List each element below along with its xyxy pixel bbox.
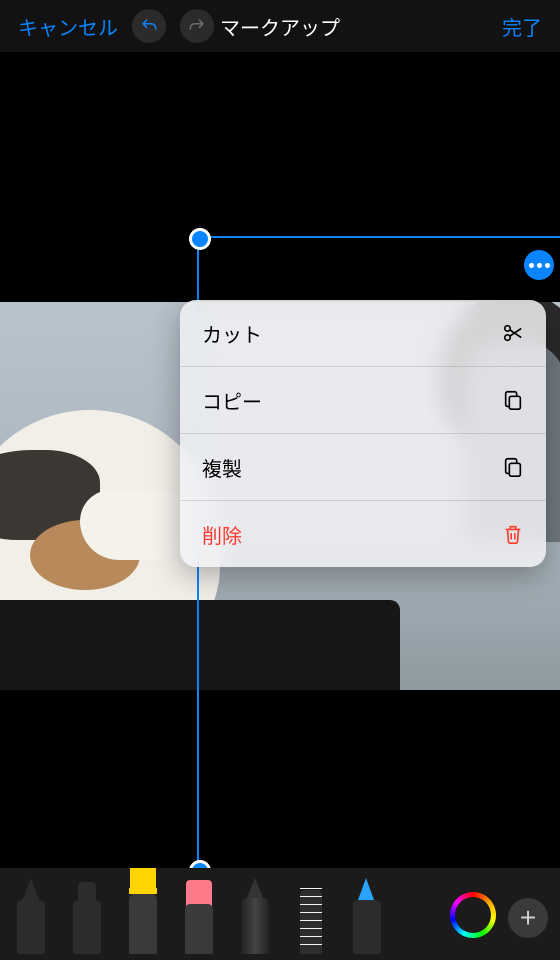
selection-edge-top xyxy=(197,236,560,238)
menu-copy[interactable]: コピー xyxy=(180,367,546,434)
redo-icon xyxy=(188,17,206,35)
trash-icon xyxy=(502,523,524,545)
scissors-icon xyxy=(502,322,524,344)
tool-list xyxy=(12,868,440,954)
tool-blue-pen[interactable] xyxy=(348,880,386,954)
tool-bar: + xyxy=(0,868,560,960)
tool-fine-pen[interactable] xyxy=(12,880,50,954)
top-bar: キャンセル マークアップ 完了 xyxy=(0,0,560,52)
plus-icon: + xyxy=(520,902,536,934)
tool-eraser[interactable] xyxy=(180,880,218,954)
add-button[interactable]: + xyxy=(508,898,548,938)
menu-label: コピー xyxy=(202,386,262,415)
redo-button xyxy=(180,9,214,43)
tool-highlighter[interactable] xyxy=(124,868,162,954)
menu-duplicate[interactable]: 複製 xyxy=(180,434,546,501)
copy-icon xyxy=(502,389,524,411)
context-menu: カット コピー 複製 削除 xyxy=(180,300,546,567)
page-title: マークアップ xyxy=(220,12,340,41)
undo-button[interactable] xyxy=(132,9,166,43)
done-button[interactable]: 完了 xyxy=(502,12,542,41)
duplicate-icon xyxy=(502,456,524,478)
tool-pencil[interactable] xyxy=(236,880,274,954)
ellipsis-icon xyxy=(529,263,534,268)
selection-menu-button[interactable] xyxy=(524,250,554,280)
tool-ruler[interactable] xyxy=(292,880,330,954)
cancel-button[interactable]: キャンセル xyxy=(18,12,118,41)
menu-label: カット xyxy=(202,319,262,348)
ledge-illustration xyxy=(0,600,400,690)
selection-handle-top[interactable] xyxy=(189,228,211,250)
color-picker[interactable] xyxy=(450,892,496,938)
cat-paw-illustration xyxy=(80,490,190,560)
menu-label: 複製 xyxy=(202,453,242,482)
undo-icon xyxy=(140,17,158,35)
menu-cut[interactable]: カット xyxy=(180,300,546,367)
tool-marker[interactable] xyxy=(68,880,106,954)
menu-label: 削除 xyxy=(202,520,242,549)
menu-delete[interactable]: 削除 xyxy=(180,501,546,567)
